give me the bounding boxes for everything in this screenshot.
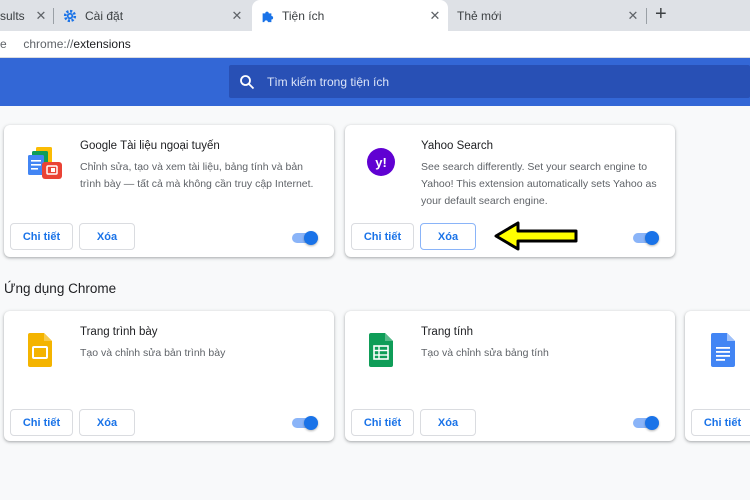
tab-label: Tiện ích bbox=[282, 8, 325, 23]
enable-toggle[interactable] bbox=[292, 231, 320, 245]
google-slides-icon bbox=[28, 333, 52, 367]
extension-card: Google Tài liệu ngoại tuyến Chỉnh sửa, t… bbox=[4, 125, 334, 257]
remove-button[interactable]: Xóa bbox=[79, 223, 135, 250]
extension-name: Yahoo Search bbox=[421, 140, 494, 152]
details-button[interactable]: Chi tiết bbox=[10, 223, 73, 250]
address-path: extensions bbox=[73, 37, 131, 51]
address-left-fragment: e bbox=[0, 37, 7, 51]
gear-icon bbox=[63, 9, 77, 22]
annotation-arrow-icon bbox=[494, 221, 578, 251]
address-bar[interactable]: e chrome://extensions bbox=[0, 37, 131, 51]
enable-toggle[interactable] bbox=[292, 416, 320, 430]
search-input[interactable]: Tìm kiếm trong tiện ích bbox=[229, 65, 750, 98]
extension-description: Chỉnh sửa, tạo và xem tài liệu, bảng tín… bbox=[80, 161, 314, 190]
yahoo-icon: y! bbox=[367, 148, 395, 176]
puzzle-icon bbox=[262, 11, 274, 22]
tab-settings[interactable]: Cài đặt ✕ bbox=[55, 0, 249, 31]
tab-separator bbox=[53, 8, 54, 24]
remove-button[interactable]: Xóa bbox=[79, 409, 135, 436]
google-sheets-icon bbox=[369, 333, 393, 367]
section-title: Ứng dụng Chrome bbox=[4, 281, 117, 296]
tab-strip: sults ✕ Cài đặt ✕ Tiện ích ✕ Thẻ mới ✕ + bbox=[0, 0, 750, 31]
address-scheme: chrome:// bbox=[23, 37, 74, 51]
enable-toggle[interactable] bbox=[633, 231, 661, 245]
tab-label: sults bbox=[0, 8, 25, 23]
svg-text:y!: y! bbox=[375, 155, 387, 170]
search-icon bbox=[240, 74, 255, 89]
close-icon[interactable]: ✕ bbox=[625, 8, 641, 24]
app-description: Tạo và chỉnh sửa bản trình bày bbox=[80, 347, 226, 359]
close-icon[interactable]: ✕ bbox=[33, 8, 49, 24]
toolbar: e chrome://extensions bbox=[0, 31, 750, 58]
tab-label: Thẻ mới bbox=[457, 8, 502, 23]
google-docs-icon bbox=[711, 333, 735, 367]
search-placeholder: Tìm kiếm trong tiện ích bbox=[267, 74, 390, 89]
tab-separator bbox=[646, 8, 647, 24]
app-description: Tạo và chỉnh sửa bảng tính bbox=[421, 347, 549, 359]
details-button[interactable]: Chi tiết bbox=[10, 409, 73, 436]
enable-toggle[interactable] bbox=[633, 416, 661, 430]
close-icon[interactable]: ✕ bbox=[229, 8, 245, 24]
new-tab-button[interactable]: + bbox=[655, 4, 667, 24]
details-button[interactable]: Chi tiết bbox=[351, 223, 414, 250]
app-name: Trang trình bày bbox=[80, 326, 158, 338]
remove-button[interactable]: Xóa bbox=[420, 409, 476, 436]
remove-button[interactable]: Xóa bbox=[420, 223, 476, 250]
app-card: Trang trình bày Tạo và chỉnh sửa bản trì… bbox=[4, 311, 334, 441]
app-card: Chi tiết bbox=[685, 311, 750, 441]
app-name: Trang tính bbox=[421, 326, 473, 338]
extensions-header: Tìm kiếm trong tiện ích bbox=[0, 58, 750, 106]
extension-description: See search differently. Set your search … bbox=[421, 161, 657, 207]
details-button[interactable]: Chi tiết bbox=[691, 409, 750, 436]
google-docs-offline-icon bbox=[28, 147, 62, 179]
tab-label: Cài đặt bbox=[85, 8, 124, 23]
extension-name: Google Tài liệu ngoại tuyến bbox=[80, 140, 220, 152]
tab-results[interactable]: sults ✕ bbox=[0, 0, 52, 31]
app-card: Trang tính Tạo và chỉnh sửa bảng tính Ch… bbox=[345, 311, 675, 441]
close-icon[interactable]: ✕ bbox=[427, 8, 443, 24]
tab-new-tab[interactable]: Thẻ mới ✕ bbox=[449, 0, 645, 31]
tab-extensions[interactable]: Tiện ích ✕ bbox=[252, 0, 448, 31]
details-button[interactable]: Chi tiết bbox=[351, 409, 414, 436]
